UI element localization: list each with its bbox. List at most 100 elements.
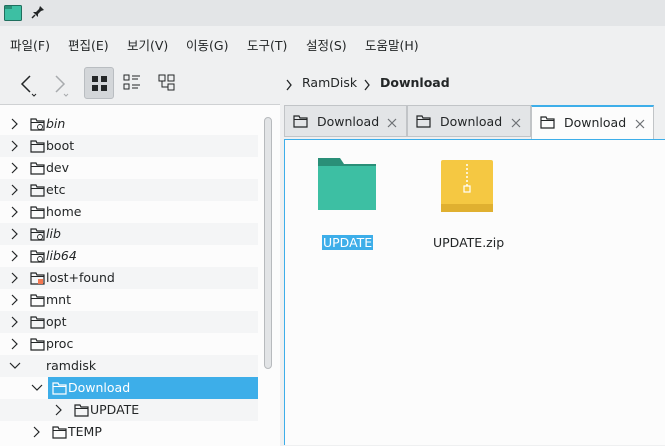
tree-item-label: lib <box>46 226 61 241</box>
back-arrow-icon <box>20 75 37 97</box>
tree-item-lost-found[interactable]: lost+found <box>0 267 258 289</box>
folder-icon <box>52 382 67 398</box>
folder-tree-panel: bin boot dev etc home lib lib64 lost+found mnt op… <box>0 104 280 446</box>
app-folder-icon <box>4 5 22 24</box>
folder-icon <box>30 184 45 200</box>
chevron-right-icon[interactable] <box>9 338 21 353</box>
pin-icon[interactable] <box>31 5 45 22</box>
folder-icon <box>30 206 45 222</box>
title-bar <box>0 0 665 26</box>
folder-icon <box>293 115 308 131</box>
chevron-right-icon[interactable] <box>9 162 21 177</box>
tab-download-2[interactable]: Download <box>407 105 531 137</box>
folder-icon <box>52 426 67 442</box>
tree-item-label: opt <box>46 314 67 329</box>
compact-view-button[interactable] <box>117 67 147 99</box>
details-view-icon <box>158 74 175 91</box>
folder-icon <box>30 294 45 310</box>
folder-icon <box>30 162 45 178</box>
folder-icon <box>30 316 45 332</box>
chevron-right-icon[interactable] <box>53 404 65 419</box>
file-item-update-folder[interactable]: UPDATE <box>315 156 379 256</box>
tree-item-label: dev <box>46 160 70 175</box>
tree-item-temp[interactable]: TEMP <box>0 421 258 443</box>
tree-item-label: UPDATE <box>90 402 140 417</box>
folder-icon <box>30 140 45 156</box>
folder-icon <box>318 158 376 210</box>
forward-button[interactable] <box>46 67 76 99</box>
chevron-right-icon <box>364 79 370 91</box>
chevron-right-icon[interactable] <box>9 294 21 309</box>
menu-help[interactable]: 도움말(H) <box>365 35 419 54</box>
folder-icon <box>416 115 431 131</box>
tree-item-mnt[interactable]: mnt <box>0 289 258 311</box>
icons-view-icon <box>92 76 107 91</box>
tab-label: Download <box>317 114 380 129</box>
chevron-right-icon[interactable] <box>9 250 21 265</box>
tree-item-download[interactable]: Download <box>0 377 258 399</box>
folder-locked-icon <box>30 272 45 288</box>
tab-download-1[interactable]: Download <box>284 105 407 137</box>
folder-link-icon <box>30 228 45 244</box>
chevron-down-icon[interactable] <box>9 360 21 375</box>
close-icon[interactable] <box>635 117 645 132</box>
tree-item-label: bin <box>46 116 66 131</box>
menu-settings[interactable]: 설정(S) <box>306 35 347 54</box>
menu-file[interactable]: 파일(F) <box>10 35 50 54</box>
file-item-update-zip[interactable]: UPDATE.zip <box>430 156 504 256</box>
compact-view-icon <box>123 74 140 90</box>
icons-view-button[interactable] <box>84 67 114 99</box>
chevron-right-icon[interactable] <box>9 206 21 221</box>
chevron-right-icon[interactable] <box>9 272 21 287</box>
tab-bar: Download Download Download <box>284 105 665 139</box>
file-name: UPDATE.zip <box>433 235 505 250</box>
tree-item-ramdisk[interactable]: ramdisk <box>0 355 258 377</box>
chevron-right-icon[interactable] <box>9 316 21 331</box>
menu-view[interactable]: 보기(V) <box>127 35 168 54</box>
tree-item-label: lost+found <box>46 270 115 285</box>
forward-arrow-icon <box>55 75 69 97</box>
folder-icon <box>74 404 89 420</box>
back-button[interactable] <box>12 67 42 99</box>
folder-link-icon <box>30 250 45 266</box>
file-view: UPDATE UPDATE.zip <box>284 139 665 445</box>
toolbar: RamDisk Download <box>0 64 665 104</box>
tab-label: Download <box>564 115 627 130</box>
details-view-button[interactable] <box>152 67 182 99</box>
tree-item-label: lib64 <box>46 248 77 263</box>
close-icon[interactable] <box>387 116 397 131</box>
menu-tools[interactable]: 도구(T) <box>247 35 287 54</box>
tree-item-opt[interactable]: opt <box>0 311 258 333</box>
tree-item-label: TEMP <box>68 424 102 439</box>
close-icon[interactable] <box>511 116 521 131</box>
tree-item-etc[interactable]: etc <box>0 179 258 201</box>
menu-edit[interactable]: 편집(E) <box>68 35 109 54</box>
tree-item-boot[interactable]: boot <box>0 135 258 157</box>
chevron-down-icon[interactable] <box>31 382 43 397</box>
folder-icon <box>30 338 45 354</box>
chevron-right-icon[interactable] <box>9 118 21 133</box>
tree-item-dev[interactable]: dev <box>0 157 258 179</box>
chevron-right-icon[interactable] <box>9 228 21 243</box>
tab-download-3[interactable]: Download <box>531 105 654 139</box>
tree-item-label: proc <box>46 336 74 351</box>
tree-item-lib[interactable]: lib <box>0 223 258 245</box>
tree-item-lib64[interactable]: lib64 <box>0 245 258 267</box>
tree-item-label: home <box>46 204 82 219</box>
chevron-right-icon[interactable] <box>9 140 21 155</box>
tree-item-proc[interactable]: proc <box>0 333 258 355</box>
chevron-right-icon <box>286 79 292 91</box>
breadcrumb-download[interactable]: Download <box>380 75 450 90</box>
tree-item-home[interactable]: home <box>0 201 258 223</box>
file-name: UPDATE <box>322 235 374 250</box>
tree-item-update[interactable]: UPDATE <box>0 399 258 421</box>
breadcrumb-ramdisk[interactable]: RamDisk <box>302 75 357 90</box>
zip-archive-icon <box>441 160 493 212</box>
chevron-right-icon[interactable] <box>31 426 43 441</box>
folder-icon <box>540 116 555 132</box>
menu-go[interactable]: 이동(G) <box>186 35 228 54</box>
folder-link-icon <box>30 118 45 134</box>
tree-scrollbar[interactable] <box>264 117 272 369</box>
chevron-right-icon[interactable] <box>9 184 21 199</box>
tree-item-bin[interactable]: bin <box>0 113 258 135</box>
